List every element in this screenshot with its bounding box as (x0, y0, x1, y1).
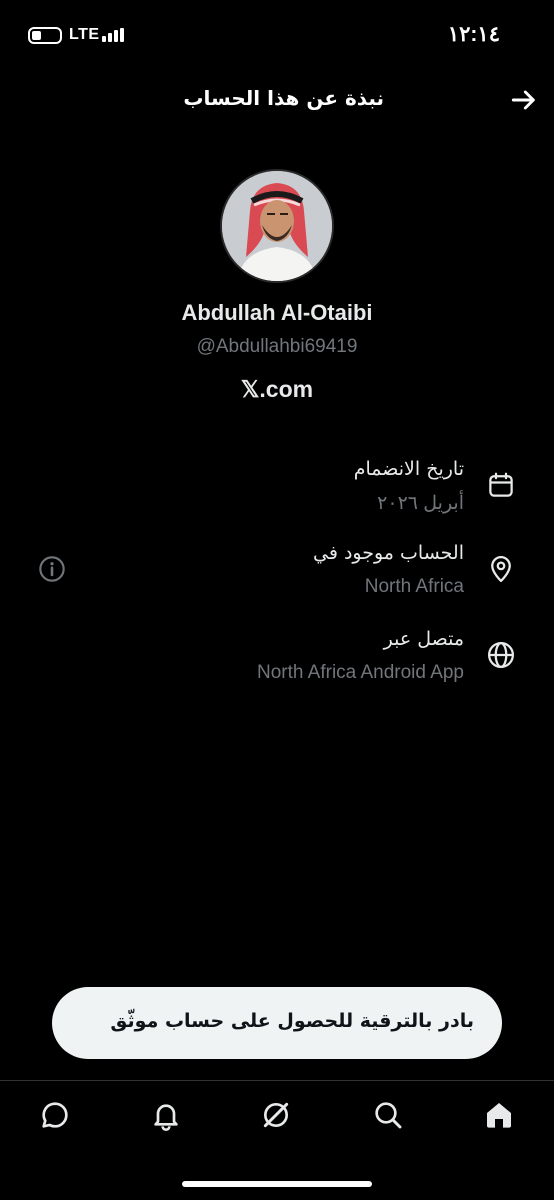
joined-date-row: تاريخ الانضمام أبريل ٢٠٢٦ (0, 458, 554, 528)
joined-value: أبريل ٢٠٢٦ (377, 493, 464, 514)
messages-icon[interactable] (39, 1099, 71, 1131)
info-icon[interactable] (38, 555, 66, 583)
location-pin-icon (491, 556, 511, 582)
signal-icon (102, 28, 124, 42)
status-bar: LTE ١٢:١٤ (0, 0, 554, 70)
location-label: الحساب موجود في (313, 542, 464, 564)
back-arrow-icon[interactable] (508, 84, 540, 116)
avatar[interactable] (220, 169, 334, 283)
network-type: LTE (69, 26, 100, 43)
profile-handle: @Abdullahbi69419 (196, 336, 358, 357)
location-value: North Africa (364, 576, 464, 597)
home-icon[interactable] (483, 1099, 515, 1131)
connected-via-label: متصل عبر (383, 628, 464, 650)
connected-via-value: North Africa Android App (256, 662, 464, 683)
clock: ١٢:١٤ (447, 23, 500, 46)
page-title: نبذة عن هذا الحساب (183, 86, 384, 110)
grok-icon[interactable] (260, 1099, 292, 1131)
battery-icon (28, 27, 62, 44)
connected-via-row: متصل عبر North Africa Android App (0, 628, 554, 698)
joined-label: تاريخ الانضمام (353, 458, 464, 480)
upgrade-label: بادر بالترقية للحصول على حساب موثّق (110, 1010, 474, 1032)
search-icon[interactable] (372, 1099, 404, 1131)
profile-site[interactable]: 𝕏.com (0, 376, 554, 403)
profile-name: Abdullah Al-Otaibi (181, 300, 373, 325)
upgrade-button[interactable]: بادر بالترقية للحصول على حساب موثّق (52, 987, 502, 1059)
page-header: نبذة عن هذا الحساب (0, 80, 554, 120)
globe-icon (488, 642, 514, 668)
notifications-icon[interactable] (150, 1099, 182, 1131)
account-location-row: الحساب موجود في North Africa (0, 542, 554, 612)
home-indicator (182, 1181, 372, 1187)
calendar-icon (489, 472, 513, 497)
